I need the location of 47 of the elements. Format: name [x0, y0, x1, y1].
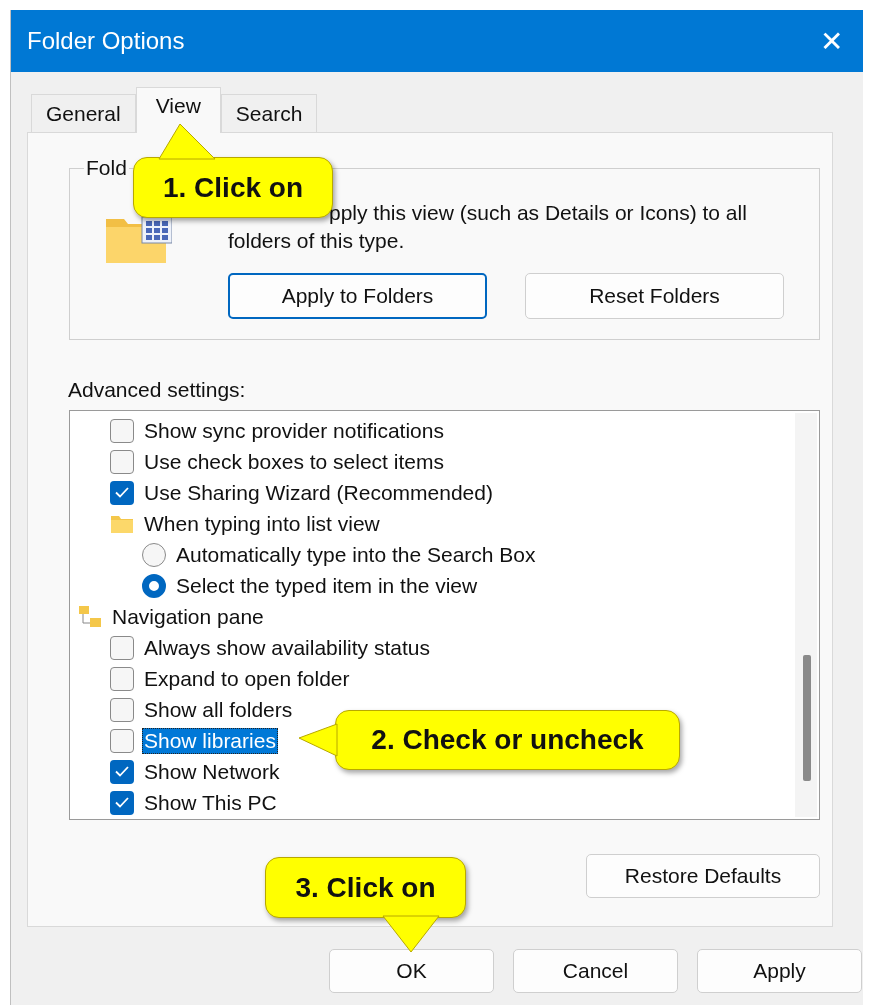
checkmark-icon	[115, 766, 129, 777]
option-label[interactable]: Show This PC	[142, 789, 279, 816]
tab[interactable]: Search	[220, 94, 318, 132]
folder-view-icon	[106, 215, 172, 263]
option-label[interactable]: Show Network	[142, 758, 282, 785]
option-label[interactable]: Use Sharing Wizard (Recommended)	[142, 479, 495, 506]
callout-pointer	[383, 916, 439, 952]
checkbox[interactable]	[110, 759, 134, 784]
section-label: Advanced settings:	[68, 378, 247, 402]
tab[interactable]: General	[31, 94, 136, 132]
option-label[interactable]: Use check boxes to select items	[142, 448, 446, 475]
checkbox[interactable]	[110, 790, 134, 815]
folder-icon	[110, 513, 134, 534]
checkbox[interactable]	[110, 480, 134, 505]
folder-button[interactable]: Reset Folders	[525, 273, 784, 319]
checkbox[interactable]	[110, 697, 134, 722]
folder-button[interactable]: Apply to Folders	[228, 273, 487, 319]
tab[interactable]: View	[135, 87, 221, 133]
dialog-button[interactable]: Apply	[697, 949, 862, 993]
option-label[interactable]: Show sync provider notifications	[142, 417, 446, 444]
checkbox[interactable]	[110, 728, 134, 753]
window-title: Folder Options	[27, 27, 185, 55]
group-label: When typing into list view	[143, 510, 381, 537]
radio-button[interactable]	[142, 542, 166, 567]
option-label[interactable]: Always show availability status	[142, 634, 432, 661]
group-label: Navigation pane	[111, 603, 265, 630]
dialog-button[interactable]: OK	[329, 949, 494, 993]
dialog-button[interactable]: Cancel	[513, 949, 678, 993]
tree-icon	[78, 604, 102, 629]
radio-button[interactable]	[142, 573, 166, 598]
checkmark-icon	[115, 487, 129, 498]
checkbox[interactable]	[110, 635, 134, 660]
option-label[interactable]: Show libraries	[142, 727, 278, 754]
checkmark-icon	[115, 797, 129, 808]
option-label[interactable]: Show all folders	[142, 696, 295, 723]
callout-pointer	[159, 124, 215, 159]
checkbox[interactable]	[110, 418, 134, 443]
restore-defaults-button[interactable]: Restore Defaults	[586, 854, 820, 898]
checkbox[interactable]	[110, 666, 134, 691]
description-text: folders of this type.	[228, 228, 406, 254]
option-label[interactable]: Automatically type into the Search Box	[174, 541, 538, 568]
scrollbar[interactable]	[795, 413, 817, 817]
close-button[interactable]: ✕	[807, 17, 855, 65]
callout-pointer	[299, 724, 337, 756]
option-label[interactable]: Expand to open folder	[142, 665, 352, 692]
option-label[interactable]: Select the typed item in the view	[174, 572, 480, 599]
checkbox[interactable]	[110, 449, 134, 474]
